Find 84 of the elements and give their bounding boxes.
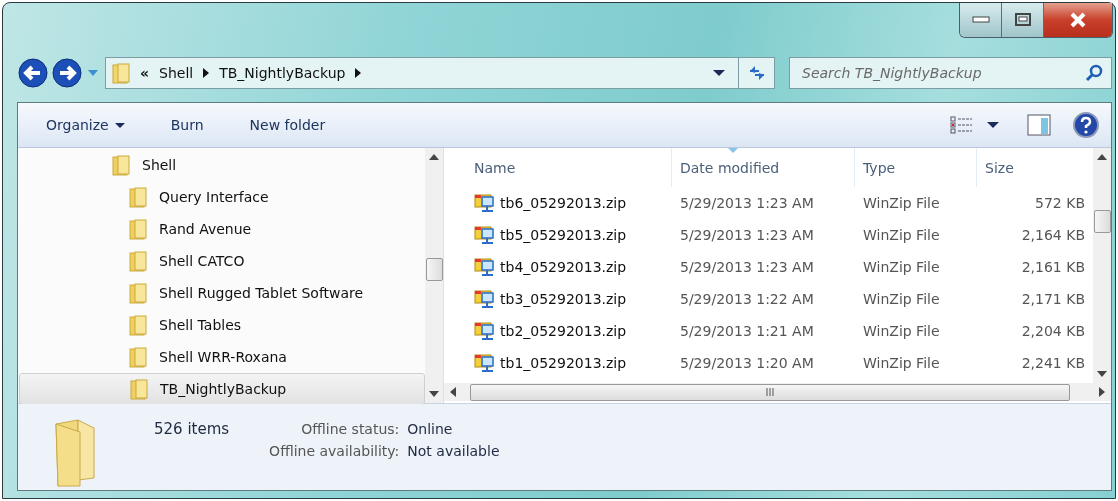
column-header[interactable]: Name	[472, 148, 672, 187]
column-header[interactable]: Type	[855, 148, 977, 187]
table-cell-text: 5/29/2013 1:20 AM	[679, 354, 815, 373]
folder-icon	[129, 218, 147, 240]
minimize-icon[interactable]	[970, 15, 991, 25]
table-cell-text: WinZip File	[862, 290, 941, 309]
tree-item[interactable]: Query Interface	[19, 181, 425, 213]
column-header[interactable]: Size	[977, 148, 1091, 187]
search-box[interactable]: Search TB_NightlyBackup	[789, 57, 1112, 90]
table-cell-text: 2,164 KB	[1020, 226, 1086, 245]
address-bar[interactable]: « Shell TB_NightlyBackup	[105, 57, 775, 90]
table-cell-text: WinZip File	[862, 226, 941, 245]
preview-pane-button[interactable]	[1027, 114, 1051, 136]
maximize-icon[interactable]	[1013, 13, 1032, 27]
tree-item[interactable]: Shell WRR-Roxana	[19, 341, 425, 373]
breadcrumb[interactable]: Shell	[159, 65, 194, 82]
folder-icon	[129, 314, 147, 336]
file-name[interactable]: tb4_05292013.zip	[474, 257, 627, 277]
minimize-button[interactable]	[960, 3, 1002, 37]
toolbar-button[interactable]: New folder	[249, 113, 336, 137]
breadcrumb-arrow-icon[interactable]	[203, 68, 210, 79]
scrollbar[interactable]	[425, 148, 443, 403]
close-icon[interactable]	[1068, 12, 1088, 28]
folder-icon	[112, 62, 130, 85]
tree-item[interactable]: Shell Tables	[19, 309, 425, 341]
scroll-thumb[interactable]	[1093, 210, 1111, 233]
column-header[interactable]: Date modified	[672, 148, 855, 187]
help-button[interactable]	[1073, 112, 1099, 138]
toolbar-button[interactable]: Organize	[46, 113, 135, 137]
scrollbar[interactable]	[1093, 148, 1111, 383]
table-cell-text: 2,241 KB	[1020, 354, 1086, 373]
table-cell-text: 5/29/2013 1:22 AM	[679, 290, 815, 309]
table-cell-text: WinZip File	[862, 258, 941, 277]
file-name[interactable]: tb1_05292013.zip	[474, 353, 627, 373]
archive-file-icon	[474, 257, 494, 277]
table-cell-text: WinZip File	[862, 322, 941, 341]
field-value: Online	[407, 421, 454, 437]
file-name[interactable]: tb6_05292013.zip	[474, 193, 627, 213]
tree-item[interactable]: Shell Rugged Tablet Software	[19, 277, 425, 309]
maximize-button[interactable]	[1002, 3, 1044, 37]
file-name[interactable]: tb5_05292013.zip	[474, 225, 627, 245]
close-button[interactable]	[1044, 3, 1112, 37]
table-cell-text: 2,204 KB	[1020, 322, 1086, 341]
table-cell-text: 572 KB	[1034, 194, 1086, 213]
back-button[interactable]	[17, 57, 49, 90]
archive-file-icon	[474, 289, 494, 309]
dropdown-icon[interactable]	[712, 69, 726, 78]
folder-icon	[112, 154, 130, 176]
item-count: 526 items	[154, 420, 230, 438]
table-cell-text: 5/29/2013 1:23 AM	[679, 194, 815, 213]
forward-button[interactable]	[51, 57, 83, 90]
caret-icon[interactable]	[114, 122, 125, 128]
scroll-thumb[interactable]	[425, 258, 443, 281]
archive-file-icon	[474, 193, 494, 213]
folder-icon	[129, 282, 147, 304]
breadcrumb[interactable]: TB_NightlyBackup	[219, 65, 346, 82]
folder-icon	[130, 378, 148, 400]
table-cell-text: WinZip File	[862, 354, 941, 373]
archive-file-icon	[474, 353, 494, 373]
tree-item[interactable]: Shell	[19, 149, 425, 181]
table-cell-text: 5/29/2013 1:23 AM	[679, 226, 815, 245]
table-cell-text: 5/29/2013 1:23 AM	[679, 258, 815, 277]
table-cell-text: 2,161 KB	[1020, 258, 1086, 277]
table-cell-text: WinZip File	[862, 194, 941, 213]
tree-item[interactable]: Shell CATCO	[19, 245, 425, 277]
folder-icon	[129, 250, 147, 272]
folder-icon	[129, 186, 147, 208]
tree-item[interactable]: TB_NightlyBackup	[19, 373, 425, 405]
table-cell-text: 2,171 KB	[1020, 290, 1086, 309]
search-field[interactable]: Search TB_NightlyBackup	[800, 64, 1085, 83]
field-label: Offline status:	[300, 421, 400, 437]
archive-file-icon	[474, 321, 494, 341]
folder-icon	[129, 346, 147, 368]
table-cell-text: 5/29/2013 1:21 AM	[679, 322, 815, 341]
tree-item[interactable]: Rand Avenue	[19, 213, 425, 245]
toolbar-button[interactable]: Burn	[170, 113, 214, 137]
field-value: Not available	[407, 443, 500, 459]
archive-file-icon	[474, 225, 494, 245]
file-name[interactable]: tb3_05292013.zip	[474, 289, 627, 309]
search-icon[interactable]	[1085, 64, 1103, 83]
overflow-chevron[interactable]: «	[140, 65, 150, 82]
breadcrumb-arrow-icon[interactable]	[355, 68, 362, 79]
file-name[interactable]: tb2_05292013.zip	[474, 321, 627, 341]
field-label: Offline availability:	[269, 443, 400, 459]
